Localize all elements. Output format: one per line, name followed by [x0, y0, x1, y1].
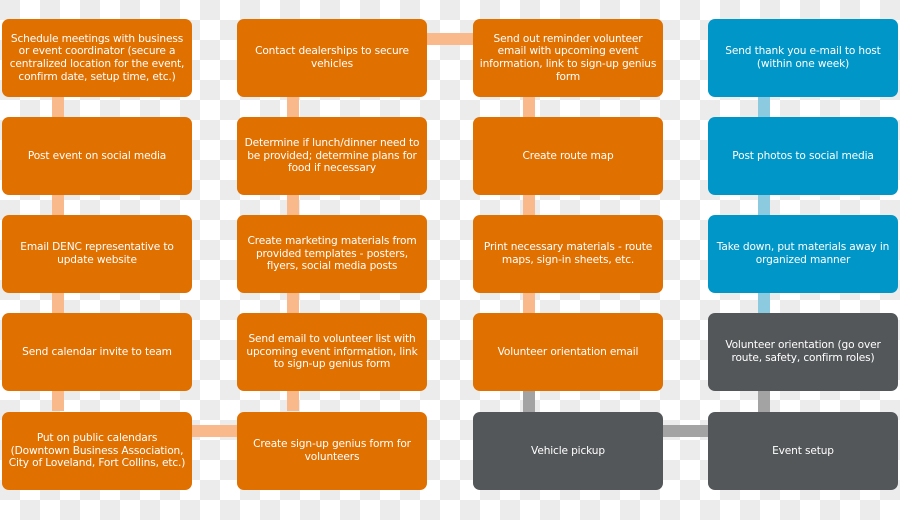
connector — [523, 293, 535, 313]
step-signup-form: Create sign-up genius form for volunteer… — [237, 412, 427, 490]
step-contact-dealerships: Contact dealerships to secure vehicles — [237, 19, 427, 97]
connector — [52, 97, 64, 117]
step-post-photos: Post photos to social media — [708, 117, 898, 195]
step-calendar-invite: Send calendar invite to team — [2, 313, 192, 391]
step-route-map: Create route map — [473, 117, 663, 195]
connector — [192, 425, 238, 437]
connector — [287, 195, 299, 215]
step-thank-you-email: Send thank you e-mail to host (within on… — [708, 19, 898, 97]
step-reminder-email: Send out reminder volunteer email with u… — [473, 19, 663, 97]
step-public-calendars: Put on public calendars (Downtown Busine… — [2, 412, 192, 490]
connector — [758, 97, 770, 117]
step-event-setup: Event setup — [708, 412, 898, 490]
connector — [758, 293, 770, 313]
step-take-down: Take down, put materials away in organiz… — [708, 215, 898, 293]
connector — [287, 293, 299, 313]
connector — [523, 195, 535, 215]
connector — [287, 391, 299, 411]
step-volunteer-orientation: Volunteer orientation (go over route, sa… — [708, 313, 898, 391]
step-vehicle-pickup: Vehicle pickup — [473, 412, 663, 490]
connector — [523, 391, 535, 412]
step-schedule-meetings: Schedule meetings with business or event… — [2, 19, 192, 97]
connector — [758, 195, 770, 215]
step-email-denc: Email DENC representative to update webs… — [2, 215, 192, 293]
connector — [52, 195, 64, 215]
step-orientation-email: Volunteer orientation email — [473, 313, 663, 391]
connector — [52, 391, 64, 411]
connector — [287, 97, 299, 117]
connector — [523, 97, 535, 117]
connector — [52, 293, 64, 313]
step-lunch-dinner: Determine if lunch/dinner need to be pro… — [237, 117, 427, 195]
connector — [663, 425, 709, 437]
connector — [427, 33, 473, 45]
step-volunteer-list-email: Send email to volunteer list with upcomi… — [237, 313, 427, 391]
step-print-materials: Print necessary materials - route maps, … — [473, 215, 663, 293]
step-post-event-social: Post event on social media — [2, 117, 192, 195]
connector — [758, 391, 770, 412]
step-marketing-materials: Create marketing materials from provided… — [237, 215, 427, 293]
